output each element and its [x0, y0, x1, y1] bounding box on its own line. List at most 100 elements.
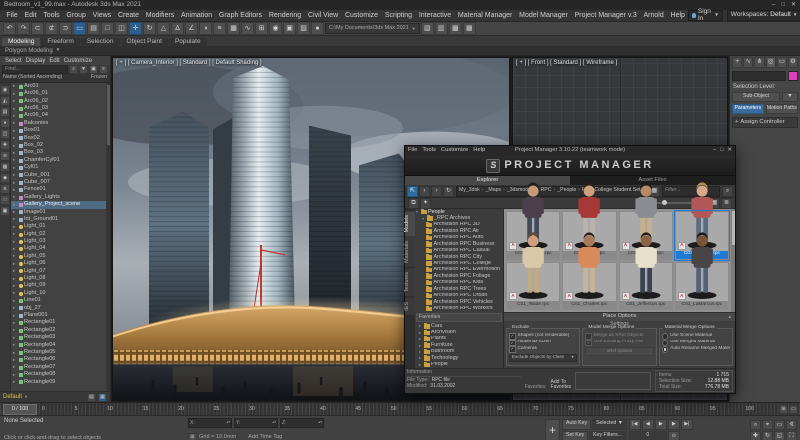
ribbon-tab-populate[interactable]: Populate: [169, 38, 207, 47]
checkbox-icon[interactable]: ✓: [585, 340, 592, 347]
expand-icon[interactable]: ▸: [13, 225, 17, 230]
schematic-view-icon[interactable]: ⊞: [255, 22, 268, 35]
utilities-tab-icon[interactable]: ⚙: [788, 57, 798, 68]
explorer-row-rectangle05[interactable]: ▸Rectangle05: [11, 349, 110, 356]
pm-save-icon[interactable]: ▦: [463, 22, 476, 35]
create-key-button[interactable]: +: [545, 419, 560, 440]
breadcrumb-segment-maps[interactable]: _Maps: [486, 188, 502, 193]
zoom-icon[interactable]: ⌕: [750, 420, 761, 430]
display-geometry-icon[interactable]: ◭: [0, 96, 10, 106]
explorer-row-light-02[interactable]: ▸Light_02: [11, 231, 110, 238]
project-manager-titlebar[interactable]: Project Manager 3.10.22 (teamwork mode) …: [405, 146, 735, 156]
set-key-button[interactable]: Set Key: [562, 431, 588, 440]
display-spacewarps-icon[interactable]: ≋: [0, 151, 10, 161]
pm-tools-icon[interactable]: ✦: [420, 198, 431, 209]
coordinate-field-x[interactable]: X:▴▾: [188, 418, 232, 428]
explorer-row-rectangle03[interactable]: ▸Rectangle03: [11, 334, 110, 341]
menu-item-modifiers[interactable]: Modifiers: [142, 12, 177, 19]
explorer-row-int-ground01[interactable]: ▸Int_Ground01: [11, 216, 110, 223]
pm-menu-help[interactable]: Help: [473, 148, 485, 154]
explorer-row-box02[interactable]: ▸Box02: [11, 135, 110, 142]
maximize-viewport-icon[interactable]: ⛶: [786, 431, 797, 440]
select-link-icon[interactable]: ⊂: [31, 22, 44, 35]
explorer-row-rectangle01[interactable]: ▸Rectangle01: [11, 320, 110, 327]
expand-icon[interactable]: ▸: [13, 173, 17, 178]
asset-card-c01-lamarcus-rpc[interactable]: AC01_LaMarcus.rpc: [675, 262, 729, 311]
expand-icon[interactable]: ▸: [13, 92, 17, 97]
radio-icon[interactable]: [662, 333, 669, 340]
option-cameras[interactable]: ✓Cameras: [509, 346, 577, 353]
object-color-swatch[interactable]: [788, 71, 798, 81]
modify-tab-icon[interactable]: ∿: [743, 57, 753, 68]
expand-icon[interactable]: ▸: [13, 158, 17, 163]
coordinate-field-y[interactable]: Y:▴▾: [234, 418, 278, 428]
pm-materials-icon[interactable]: ▩: [449, 22, 462, 35]
expand-icon[interactable]: ▸: [13, 166, 17, 171]
radio-icon[interactable]: [662, 346, 669, 353]
menu-item-animation[interactable]: Animation: [178, 12, 216, 19]
fov-icon[interactable]: ∢: [786, 420, 797, 430]
pm-home-icon[interactable]: ⇱: [407, 186, 418, 197]
xref-options-button[interactable]: xRef options: [585, 347, 653, 356]
selection-set-key-dropdown[interactable]: Selected ▼: [592, 419, 627, 430]
explorer-row-balconies[interactable]: ▸Balconies: [11, 120, 110, 127]
category-tab-models[interactable]: Models: [405, 211, 415, 236]
pm-minimize-icon[interactable]: –: [713, 148, 716, 154]
add-time-tag[interactable]: Add Time Tag: [248, 435, 282, 440]
explorer-row-light-04[interactable]: ▸Light_04: [11, 246, 110, 253]
orbit-icon[interactable]: ↻: [762, 431, 773, 440]
select-by-name-icon[interactable]: ▤: [87, 22, 100, 35]
go-to-end-icon[interactable]: ▶|: [681, 419, 693, 430]
trackbar-option-icon[interactable]: ⊞: [779, 405, 788, 414]
expand-icon[interactable]: ▸: [13, 195, 17, 200]
angle-snap-icon[interactable]: ∠: [185, 22, 198, 35]
explorer-row-obj-27[interactable]: ▸obj_27: [11, 305, 110, 312]
previous-frame-icon[interactable]: ◀: [642, 419, 654, 430]
tree-item-archvision-rpc-workers[interactable]: Archvision RPC Workers: [415, 306, 503, 312]
pm-menu-tools[interactable]: Tools: [422, 148, 436, 154]
spinner-icon[interactable]: ▴▾: [318, 421, 322, 425]
expand-icon[interactable]: ▸: [13, 284, 17, 289]
ribbon-tab-modeling[interactable]: Modeling: [2, 38, 40, 47]
category-tab-ies[interactable]: IES: [405, 298, 415, 315]
expand-icon[interactable]: ▸: [13, 181, 17, 186]
menu-item-group[interactable]: Group: [63, 12, 89, 19]
front-viewport-label[interactable]: [ + ] [ Front ] [ Standard ] [ Wireframe…: [516, 60, 617, 66]
category-tab-materials[interactable]: Materials: [405, 237, 415, 267]
explorer-footer-grid-icon[interactable]: ▦: [98, 393, 107, 402]
scene-explorer-scrollbar[interactable]: [106, 83, 110, 391]
explorer-row-box-03[interactable]: ▸Box_03: [11, 150, 110, 157]
option-use-existing-proxy-file[interactable]: ✓Use Existing Proxy File: [585, 340, 653, 347]
expand-icon[interactable]: ▸: [13, 328, 17, 333]
pm-maximize-icon[interactable]: □: [720, 148, 723, 154]
display-shapes-icon[interactable]: ▤: [0, 107, 10, 117]
expand-icon[interactable]: ▸: [13, 129, 17, 134]
menu-item-interactive[interactable]: Interactive: [415, 12, 454, 19]
menu-item-customize[interactable]: Customize: [342, 12, 382, 19]
pm-menu-customize[interactable]: Customize: [441, 148, 468, 154]
pm-sync-icon[interactable]: ⧉: [408, 198, 419, 209]
explorer-row-image01[interactable]: ▸Image01: [11, 209, 110, 216]
explorer-row-gallery-project-scene[interactable]: ▸Gallery_Project_scene: [11, 201, 110, 208]
maximize-icon[interactable]: □: [781, 2, 785, 8]
scene-explorer-column-header[interactable]: Name (Sorted Ascending) Frozen: [0, 74, 110, 83]
explorer-row-rectangle07[interactable]: ▸Rectangle07: [11, 364, 110, 371]
menu-item-help[interactable]: Help: [667, 12, 688, 19]
breadcrumb-segment-my-3dsk[interactable]: My_3dsk: [459, 188, 480, 193]
asset-card-c01-charles-rpc[interactable]: AC01_Charles.rpc: [562, 262, 616, 311]
expand-icon[interactable]: ▸: [13, 188, 17, 193]
project-path-dropdown[interactable]: C:\My Documents\3ds Max 2021▼: [325, 23, 420, 34]
render-production-icon[interactable]: ●: [311, 22, 324, 35]
align-icon[interactable]: ≡: [213, 22, 226, 35]
ribbon-tab-object-paint[interactable]: Object Paint: [121, 38, 168, 47]
explorer-row-box-02[interactable]: ▸Box_02: [11, 142, 110, 149]
display-helpers-icon[interactable]: ✚: [0, 140, 10, 150]
explorer-row-plane001[interactable]: ▸Plane001: [11, 312, 110, 319]
display-cameras-icon[interactable]: ◫: [0, 129, 10, 139]
material-editor-icon[interactable]: ◉: [269, 22, 282, 35]
category-tab-textures[interactable]: Textures: [405, 268, 415, 296]
key-filters-button[interactable]: Key Filters...: [589, 431, 626, 440]
menu-item-file[interactable]: File: [3, 12, 21, 19]
expand-icon[interactable]: ▸: [13, 351, 17, 356]
expand-icon[interactable]: ▸: [13, 269, 17, 274]
